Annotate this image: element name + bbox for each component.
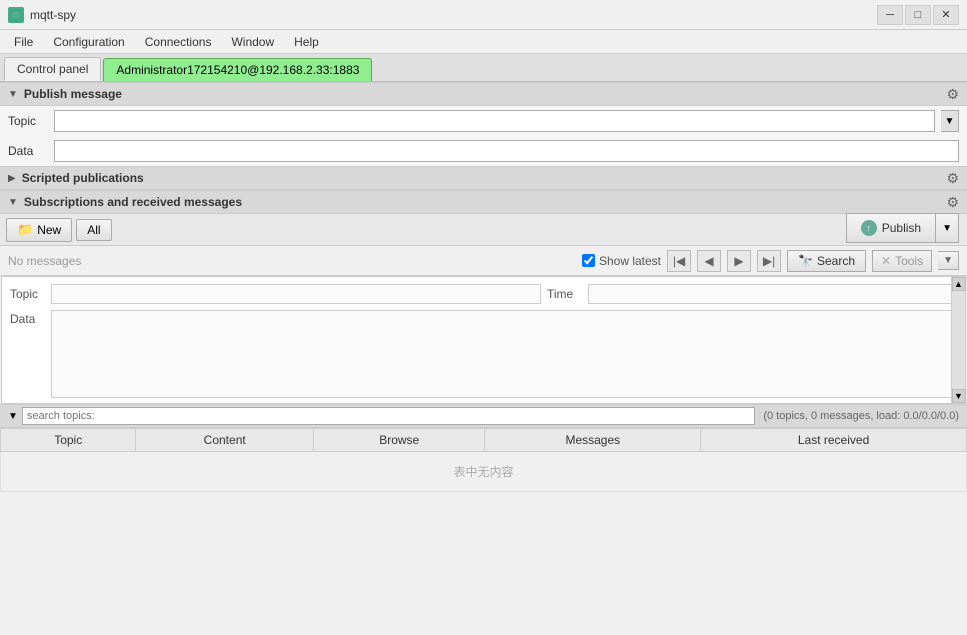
msg-data-content <box>51 310 957 398</box>
col-content: Content <box>136 429 314 452</box>
tools-dropdown-btn[interactable]: ▼ <box>938 251 959 270</box>
topic-row: Topic ▼ ↑ Publish ▼ <box>0 106 967 136</box>
summary-collapse-icon[interactable]: ▼ <box>8 411 18 422</box>
nav-first-button[interactable]: |◀ <box>667 250 691 272</box>
message-data-row: Data <box>10 307 957 401</box>
topic-dropdown-btn[interactable]: ▼ <box>941 110 959 132</box>
tabbar: Control panel Administrator172154210@192… <box>0 54 967 82</box>
nav-next-button[interactable]: ▶ <box>727 250 751 272</box>
publish-gear-icon[interactable]: ⚙ <box>946 86 959 103</box>
topic-label: Topic <box>8 114 48 128</box>
menu-connections[interactable]: Connections <box>135 32 222 52</box>
summary-section: ▼ (0 topics, 0 messages, load: 0.0/0.0/0… <box>0 404 967 492</box>
msg-time-input[interactable] <box>588 284 957 304</box>
close-button[interactable]: ✕ <box>933 5 959 25</box>
minimize-button[interactable]: ─ <box>877 5 903 25</box>
col-messages: Messages <box>485 429 701 452</box>
main-content: ▼ Publish message ⚙ Topic ▼ ↑ Publish ▼ … <box>0 82 967 492</box>
publish-icon: ↑ <box>861 220 877 236</box>
all-subscriptions-button[interactable]: All <box>76 219 111 241</box>
col-last-received: Last received <box>701 429 967 452</box>
topic-input[interactable] <box>54 110 935 132</box>
summary-header: ▼ (0 topics, 0 messages, load: 0.0/0.0/0… <box>0 404 967 428</box>
col-browse: Browse <box>313 429 485 452</box>
show-latest-label[interactable]: Show latest <box>582 254 661 268</box>
show-latest-checkbox[interactable] <box>582 254 595 267</box>
nav-last-button[interactable]: ▶| <box>757 250 781 272</box>
window-controls: ─ □ ✕ <box>877 5 959 25</box>
publish-section-title: Publish message <box>24 87 947 101</box>
empty-text: 表中无内容 <box>1 452 967 492</box>
publish-collapse-icon: ▼ <box>8 89 18 100</box>
summary-stats: (0 topics, 0 messages, load: 0.0/0.0/0.0… <box>763 410 959 422</box>
publish-fields: Topic ▼ ↑ Publish ▼ Data <box>0 106 967 166</box>
tab-control-panel[interactable]: Control panel <box>4 57 101 81</box>
tools-icon: ✕ <box>881 254 891 268</box>
summary-search-input[interactable] <box>22 407 755 425</box>
scripted-section-title: Scripted publications <box>22 171 947 185</box>
data-input[interactable] <box>54 140 959 162</box>
nav-prev-button[interactable]: ◀ <box>697 250 721 272</box>
sub-section-title: Subscriptions and received messages <box>24 195 947 209</box>
scripted-gear-icon[interactable]: ⚙ <box>946 170 959 187</box>
msg-topic-input[interactable] <box>51 284 541 304</box>
scripted-section: ▶ Scripted publications ⚙ <box>0 166 967 190</box>
search-button[interactable]: 🔭 Search <box>787 250 866 272</box>
message-topic-row: Topic Time <box>10 281 957 307</box>
app-title: mqtt-spy <box>30 8 877 22</box>
menu-help[interactable]: Help <box>284 32 329 52</box>
menu-window[interactable]: Window <box>221 32 284 52</box>
tab-connection[interactable]: Administrator172154210@192.168.2.33:1883 <box>103 58 372 81</box>
publish-dropdown-btn[interactable]: ▼ <box>936 213 959 243</box>
data-row: Data <box>0 136 967 166</box>
menu-file[interactable]: File <box>4 32 43 52</box>
scripted-collapse-icon: ▶ <box>8 173 16 184</box>
maximize-button[interactable]: □ <box>905 5 931 25</box>
sub-section-header[interactable]: ▼ Subscriptions and received messages ⚙ <box>0 190 967 214</box>
menubar: File Configuration Connections Window He… <box>0 30 967 54</box>
messages-area: No messages Show latest |◀ ◀ ▶ ▶| 🔭 Sear… <box>0 246 967 404</box>
scroll-down-btn[interactable]: ▼ <box>952 389 966 403</box>
table-header-row: Topic Content Browse Messages Last recei… <box>1 429 967 452</box>
detail-scrollbar[interactable]: ▲ ▼ <box>951 277 965 403</box>
no-messages-label: No messages <box>8 254 576 268</box>
subscriptions-section: ▼ Subscriptions and received messages ⚙ … <box>0 190 967 404</box>
publish-button[interactable]: ↑ Publish <box>846 213 936 243</box>
binoculars-icon: 🔭 <box>798 254 813 268</box>
publish-section-header[interactable]: ▼ Publish message ⚙ <box>0 82 967 106</box>
messages-toolbar: No messages Show latest |◀ ◀ ▶ ▶| 🔭 Sear… <box>0 246 967 276</box>
data-label: Data <box>8 144 48 158</box>
scripted-section-header[interactable]: ▶ Scripted publications ⚙ <box>0 166 967 190</box>
titlebar: mqtt-spy ─ □ ✕ <box>0 0 967 30</box>
app-icon <box>8 7 24 23</box>
publish-section: ▼ Publish message ⚙ Topic ▼ ↑ Publish ▼ … <box>0 82 967 166</box>
sub-collapse-icon: ▼ <box>8 197 18 208</box>
table-empty-row: 表中无内容 <box>1 452 967 492</box>
sub-toolbar: 📁 New All <box>0 214 967 246</box>
menu-configuration[interactable]: Configuration <box>43 32 134 52</box>
summary-table: Topic Content Browse Messages Last recei… <box>0 428 967 492</box>
new-subscription-button[interactable]: 📁 New <box>6 218 72 242</box>
msg-topic-label: Topic <box>10 287 45 301</box>
folder-icon: 📁 <box>17 222 33 238</box>
scroll-up-btn[interactable]: ▲ <box>952 277 966 291</box>
msg-data-label: Data <box>10 310 45 398</box>
message-detail-panel: Topic Time Data ▲ ▼ <box>1 276 966 404</box>
msg-time-label: Time <box>547 287 582 301</box>
tools-button[interactable]: ✕ Tools <box>872 250 932 272</box>
sub-gear-icon[interactable]: ⚙ <box>946 194 959 211</box>
col-topic: Topic <box>1 429 136 452</box>
